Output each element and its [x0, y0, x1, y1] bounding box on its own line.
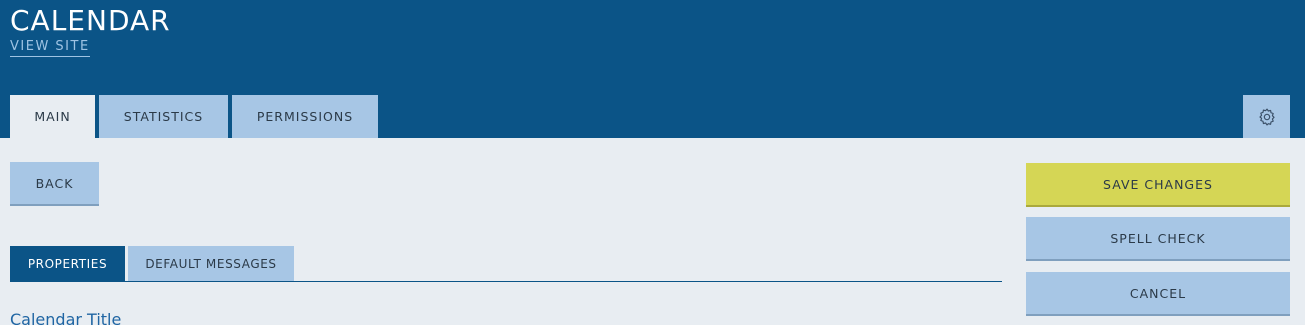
view-site-link[interactable]: VIEW SITE	[10, 39, 90, 57]
cancel-button[interactable]: CANCEL	[1026, 272, 1290, 316]
save-changes-button[interactable]: SAVE CHANGES	[1026, 163, 1290, 207]
tab-main[interactable]: MAIN	[10, 95, 95, 138]
settings-button[interactable]	[1243, 95, 1290, 138]
page-title: CALENDAR	[10, 4, 171, 37]
tab-permissions[interactable]: PERMISSIONS	[232, 95, 378, 138]
calendar-title-label: Calendar Title	[10, 310, 122, 325]
tab-properties[interactable]: PROPERTIES	[10, 246, 125, 282]
tab-divider	[10, 281, 1002, 282]
spell-check-button[interactable]: SPELL CHECK	[1026, 217, 1290, 261]
gear-icon	[1258, 108, 1275, 125]
app-header: CALENDAR VIEW SITE MAIN STATISTICS PERMI…	[0, 0, 1305, 138]
tab-statistics[interactable]: STATISTICS	[99, 95, 228, 138]
tab-default-messages[interactable]: DEFAULT MESSAGES	[128, 246, 294, 282]
back-button[interactable]: BACK	[10, 162, 99, 206]
